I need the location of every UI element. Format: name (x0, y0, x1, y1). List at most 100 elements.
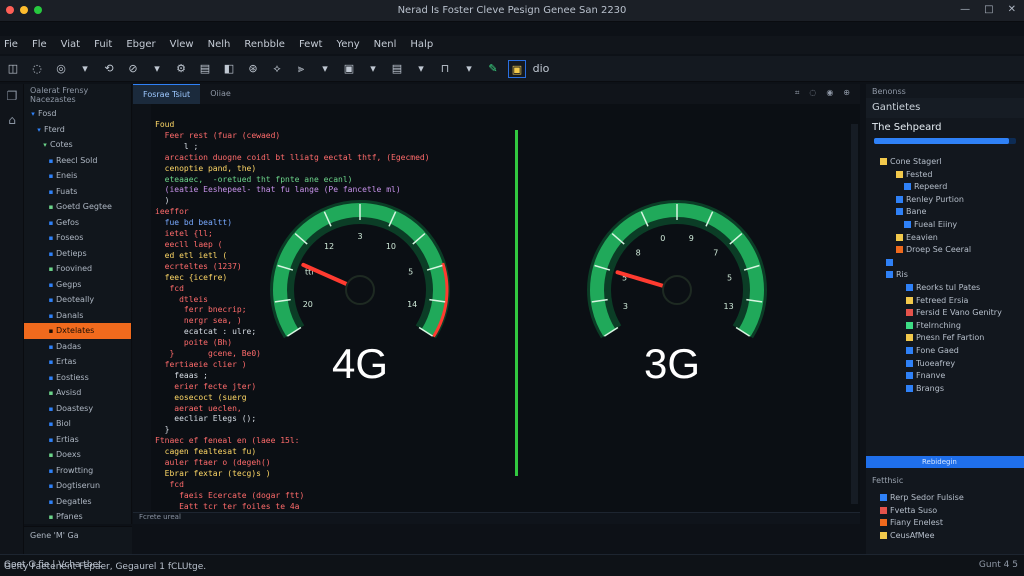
tree-item[interactable]: ▪ Danals (24, 308, 131, 324)
toolbar-button-icon[interactable]: ▾ (316, 60, 334, 78)
menu-item[interactable]: Fewt (299, 36, 322, 54)
menu-item[interactable]: Fie (4, 36, 18, 54)
toolbar-button-icon[interactable]: ⊓ (436, 60, 454, 78)
menu-item[interactable]: Halp (410, 36, 433, 54)
toolbar-button-icon[interactable]: ▾ (364, 60, 382, 78)
menu-item[interactable]: Ebger (126, 36, 155, 54)
menu-item[interactable]: Nenl (374, 36, 397, 54)
minimize-icon[interactable]: — (960, 4, 970, 15)
toolbar-button-icon[interactable]: ▾ (412, 60, 430, 78)
tree-item[interactable]: ▾ Fterd (24, 122, 131, 138)
tree-item[interactable]: ▪ Doastesy (24, 401, 131, 417)
menu-item[interactable]: Fuit (94, 36, 112, 54)
tree-item[interactable]: ▪ Dadas (24, 339, 131, 355)
window-controls[interactable]: — □ ✕ (960, 4, 1016, 15)
tab-oiiae[interactable]: Oiiae (200, 84, 241, 104)
tree-item[interactable]: ▾ Cotes (24, 137, 131, 153)
panel-tree-item[interactable]: Fueal Eiiny (866, 219, 1024, 232)
panel-tree-item[interactable]: Brangs (866, 383, 1024, 396)
split-icon[interactable]: ⌗ (795, 88, 800, 98)
toolbar-button-icon[interactable]: ◫ (4, 60, 22, 78)
panel-tree-item[interactable]: Reorks tul Pates (866, 282, 1024, 295)
tree-item[interactable]: ▪ Eneis (24, 168, 131, 184)
tab-fosrae[interactable]: Fosrae Tsiut (133, 84, 201, 104)
editor-scrollbar[interactable] (851, 124, 858, 504)
menu-item[interactable]: Viat (61, 36, 80, 54)
tree-item[interactable]: ▪ Reecl Sold (24, 153, 131, 169)
toolbar-button-icon[interactable]: ⟲ (100, 60, 118, 78)
toolbar-button-icon[interactable]: ⚙ (172, 60, 190, 78)
output-item[interactable]: Fvetta Suso (866, 505, 1024, 518)
toolbar-button-icon[interactable]: ⫸ (292, 60, 310, 78)
toolbar-button-icon[interactable]: ✎ (484, 60, 502, 78)
panel-tree-item[interactable]: Fested (866, 169, 1024, 182)
toolbar-button-icon[interactable]: ⟡ (268, 60, 286, 78)
toolbar-button-icon[interactable]: ⊛ (244, 60, 262, 78)
tree-item[interactable]: ▪ Fuats (24, 184, 131, 200)
toolbar-button-icon[interactable]: ▾ (460, 60, 478, 78)
tree-item[interactable]: ▪ Foseos (24, 230, 131, 246)
tree-item[interactable]: ▪ Ertias (24, 432, 131, 448)
toolbar-button-icon[interactable]: ◎ (52, 60, 70, 78)
panel-tree-item[interactable]: Pnesn Fef Fartion (866, 332, 1024, 345)
tree-item[interactable]: ▪ Frowtting (24, 463, 131, 479)
tree-item[interactable]: ▪ Degatles (24, 494, 131, 510)
tree-item[interactable]: ▪ Doexs (24, 447, 131, 463)
record-icon[interactable]: ◉ (826, 88, 833, 98)
tree-item[interactable]: ▪ Gegps (24, 277, 131, 293)
split-divider[interactable] (515, 130, 518, 476)
toolbar-button-icon[interactable]: ▣ (340, 60, 358, 78)
output-item[interactable]: Fiany Enelest (866, 517, 1024, 530)
toolbar-button-icon[interactable]: ⊘ (124, 60, 142, 78)
panel-tree-item[interactable]: Fetreed Ersia (866, 295, 1024, 308)
menu-item[interactable]: Nelh (208, 36, 231, 54)
tree-item[interactable]: ▪ Goetd Gegtee (24, 199, 131, 215)
home-icon[interactable]: ⌂ (0, 108, 24, 132)
panel-tree-item[interactable]: Eeavien (866, 232, 1024, 245)
panel-tree-item[interactable]: Cone Stagerl (866, 156, 1024, 169)
tree-item[interactable]: ▪ Eostiess (24, 370, 131, 386)
close-icon[interactable]: ✕ (1008, 4, 1016, 15)
toolbar-button-icon[interactable]: dio (532, 60, 550, 78)
panel-tree-item[interactable]: Ftelrnching (866, 320, 1024, 333)
tree-item[interactable]: ▪ Deoteally (24, 292, 131, 308)
tree-item[interactable]: ▪ Avsisd (24, 385, 131, 401)
menu-item[interactable]: Fle (32, 36, 47, 54)
add-icon[interactable]: ⊕ (843, 88, 850, 98)
output-item[interactable]: CeusAfMee (866, 530, 1024, 543)
maximize-icon[interactable]: □ (984, 4, 993, 15)
tree-item[interactable]: ▪ Pfanes (24, 509, 131, 525)
circle-icon[interactable]: ◌ (809, 88, 816, 98)
tree-item[interactable]: ▪ Biol (24, 416, 131, 432)
tree-item[interactable]: ▪ Foovined (24, 261, 131, 277)
panel-tree-item[interactable]: Bane (866, 206, 1024, 219)
panel-tree-item[interactable]: Ris (866, 269, 1024, 282)
toolbar-button-icon[interactable]: ◧ (220, 60, 238, 78)
tree-item[interactable]: ▪ Dogtiserun (24, 478, 131, 494)
panel-tree-item[interactable]: Renley Purtion (866, 194, 1024, 207)
panel-tree-item[interactable]: Repeerd (866, 181, 1024, 194)
menu-item[interactable]: Vlew (170, 36, 194, 54)
toolbar-button-icon[interactable]: ▤ (388, 60, 406, 78)
panel-tree-item[interactable]: Droep Se Ceeral (866, 244, 1024, 257)
panel-tree-item[interactable]: Fone Gaed (866, 345, 1024, 358)
tree-item[interactable]: ▪ Gefos (24, 215, 131, 231)
toolbar-button-icon[interactable]: ▤ (196, 60, 214, 78)
panel-tree-item[interactable]: Fersid E Vano Genitry (866, 307, 1024, 320)
panel-tree-item[interactable]: Tuoeafrey (866, 358, 1024, 371)
tree-item[interactable]: ▪ Detieps (24, 246, 131, 262)
tree-item[interactable]: ▪ Ertas (24, 354, 131, 370)
toolbar-button-icon[interactable]: ▾ (148, 60, 166, 78)
files-icon[interactable]: ❐ (0, 84, 24, 108)
tree-item[interactable]: ▪ Dxtelates (24, 323, 131, 339)
toolbar-button-icon[interactable]: ▾ (76, 60, 94, 78)
output-item[interactable]: Rerp Sedor Fulsise (866, 492, 1024, 505)
toolbar-button-icon[interactable]: ◌ (28, 60, 46, 78)
toolbar-button-icon[interactable]: ▣ (508, 59, 526, 78)
right-panel-footer[interactable]: Rebidegin (866, 456, 1024, 468)
panel-tree-item[interactable]: Fnanve (866, 370, 1024, 383)
panel-tree-item[interactable] (866, 257, 1024, 270)
tree-item[interactable]: ▾ Fosd (24, 106, 131, 122)
menu-item[interactable]: Yeny (336, 36, 359, 54)
menu-item[interactable]: Renbble (244, 36, 285, 54)
